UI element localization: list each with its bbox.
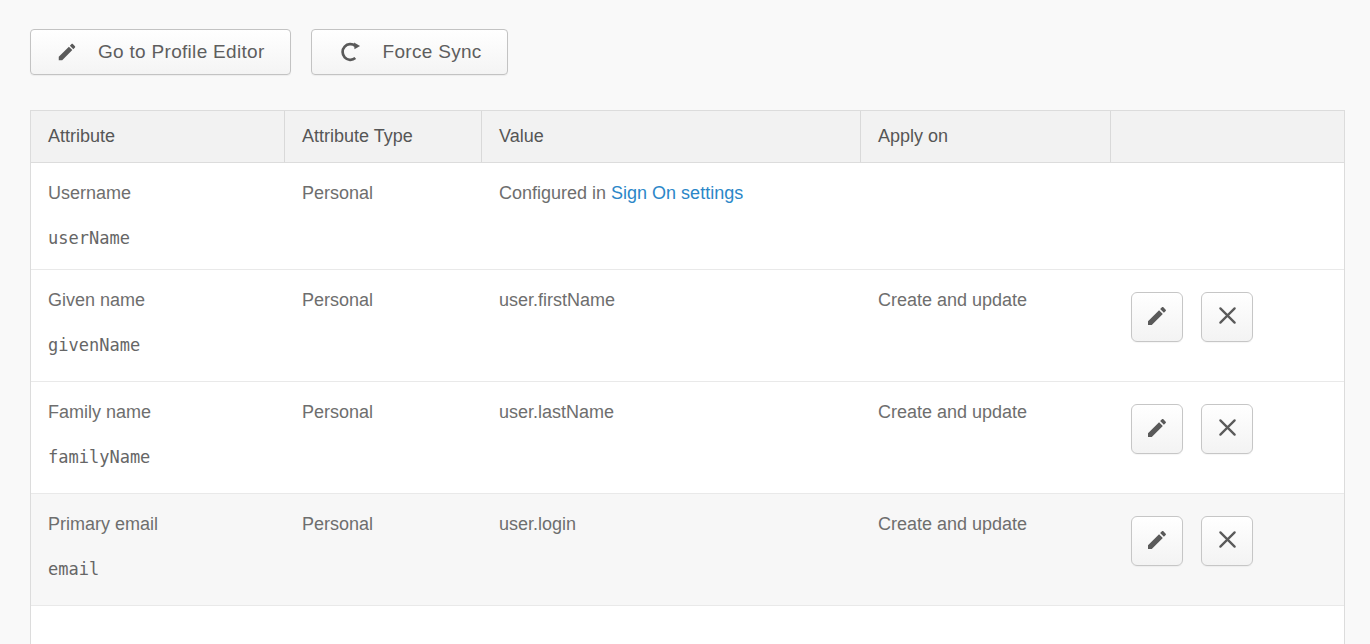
attribute-variable-name: email xyxy=(48,559,285,579)
attribute-label: Primary email xyxy=(48,514,285,535)
table-row: Username userNamePersonalConfigured in Si… xyxy=(31,163,1344,270)
page: Go to Profile Editor Force Sync Attribut… xyxy=(0,0,1370,644)
actions-cell xyxy=(1111,270,1344,382)
table-row: Family name familyNamePersonaluser.lastNa… xyxy=(31,382,1344,494)
close-icon xyxy=(1216,528,1239,554)
table-body: UsernameuserNamePersonalConfigured in Si… xyxy=(31,163,1344,644)
force-sync-button[interactable]: Force Sync xyxy=(311,29,508,75)
actions-cell xyxy=(1111,163,1344,270)
value-cell: user.firstName xyxy=(482,270,861,382)
header-actions xyxy=(1111,111,1344,163)
attribute-type-cell: Personal xyxy=(285,270,482,382)
partial-row xyxy=(31,606,1344,644)
attribute-variable-name: givenName xyxy=(48,335,285,355)
pencil-icon xyxy=(56,41,78,63)
actions-cell xyxy=(1111,494,1344,606)
remove-attribute-button[interactable] xyxy=(1201,292,1253,342)
close-icon xyxy=(1216,304,1239,330)
value-cell: user.lastName xyxy=(482,382,861,494)
attribute-label: Given name xyxy=(48,290,285,311)
attribute-type-cell: Personal xyxy=(285,382,482,494)
edit-attribute-button[interactable] xyxy=(1131,292,1183,342)
remove-attribute-button[interactable] xyxy=(1201,404,1253,454)
attribute-type-cell: Personal xyxy=(285,494,482,606)
go-to-profile-editor-label: Go to Profile Editor xyxy=(98,41,265,63)
attribute-variable-name: familyName xyxy=(48,447,285,467)
header-value: Value xyxy=(482,111,861,163)
apply-on-cell: Create and update xyxy=(861,270,1111,382)
attribute-label: Family name xyxy=(48,402,285,423)
table-header-row: Attribute Attribute Type Value Apply on xyxy=(31,111,1344,163)
sign-on-settings-link[interactable]: Sign On settings xyxy=(611,183,743,203)
close-icon xyxy=(1216,416,1239,442)
pencil-icon xyxy=(1145,304,1169,331)
remove-attribute-button[interactable] xyxy=(1201,516,1253,566)
header-attribute-type: Attribute Type xyxy=(285,111,482,163)
force-sync-label: Force Sync xyxy=(383,41,482,63)
pencil-icon xyxy=(1145,528,1169,555)
header-apply-on: Apply on xyxy=(861,111,1111,163)
edit-attribute-button[interactable] xyxy=(1131,516,1183,566)
go-to-profile-editor-button[interactable]: Go to Profile Editor xyxy=(30,29,291,75)
edit-attribute-button[interactable] xyxy=(1131,404,1183,454)
actions-cell xyxy=(1111,382,1344,494)
attribute-type-cell: Personal xyxy=(285,163,482,270)
attribute-variable-name: userName xyxy=(48,228,285,248)
apply-on-cell: Create and update xyxy=(861,382,1111,494)
sync-icon xyxy=(337,39,363,65)
toolbar: Go to Profile Editor Force Sync xyxy=(30,29,508,75)
pencil-icon xyxy=(1145,416,1169,443)
header-attribute: Attribute xyxy=(31,111,285,163)
value-cell: user.login xyxy=(482,494,861,606)
apply-on-cell: Create and update xyxy=(861,494,1111,606)
attribute-mapping-table: Attribute Attribute Type Value Apply on … xyxy=(30,110,1345,644)
attribute-label: Username xyxy=(48,183,285,204)
apply-on-cell xyxy=(861,163,1111,270)
table-row: Given name givenNamePersonaluser.firstNam… xyxy=(31,270,1344,382)
table-row: Primary email emailPersonaluser.loginCrea… xyxy=(31,494,1344,606)
value-cell: Configured in Sign On settings xyxy=(482,163,861,270)
